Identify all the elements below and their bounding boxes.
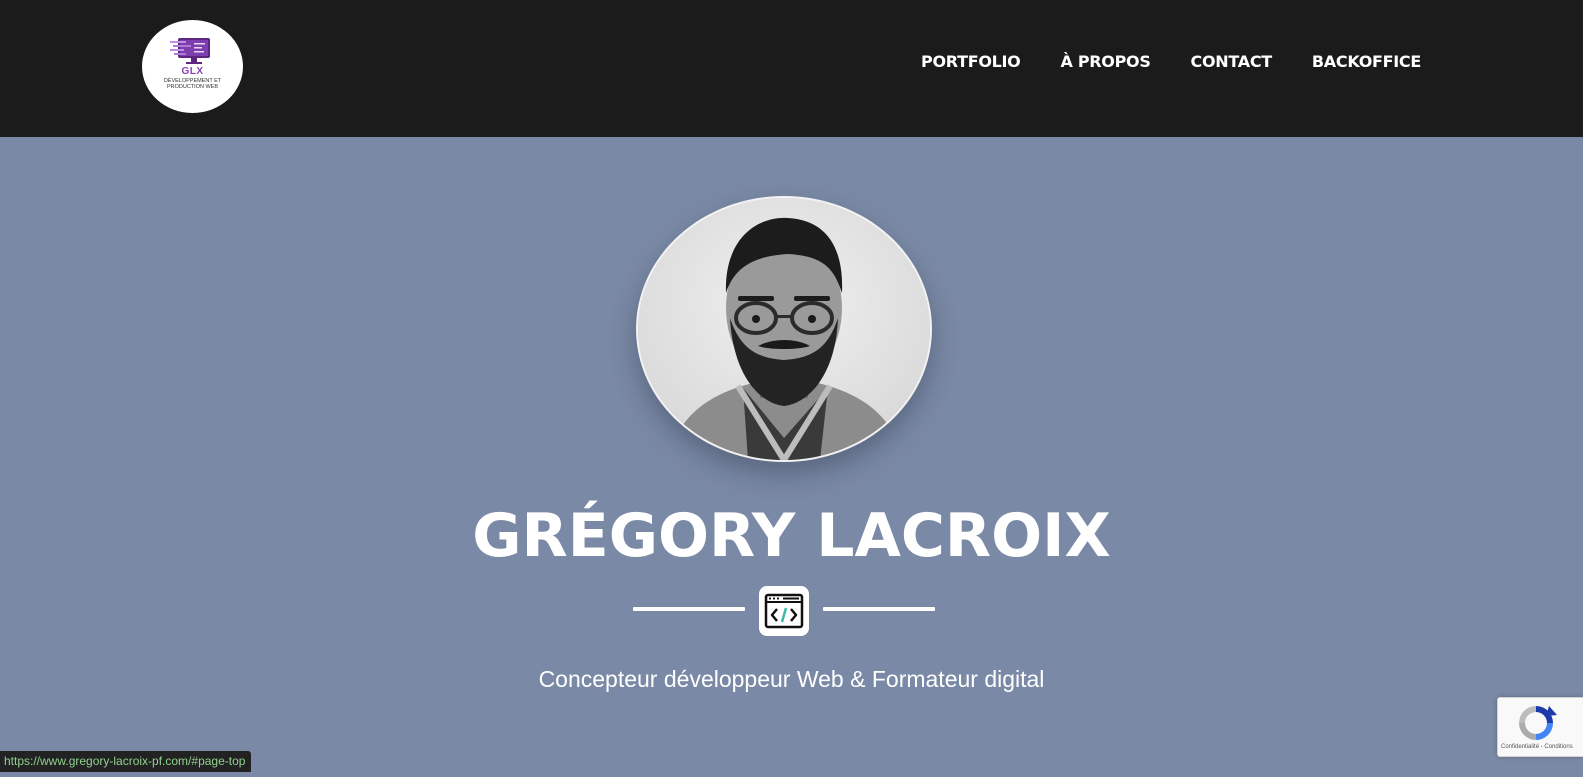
site-logo[interactable]: GLX Développement et production web <box>142 20 243 113</box>
profile-avatar <box>636 196 932 462</box>
divider-badge <box>759 586 809 636</box>
divider-right <box>823 607 935 611</box>
status-bar-url: https://www.gregory-lacroix-pf.com/#page… <box>0 751 252 772</box>
monitor-code-icon <box>169 38 210 64</box>
nav-item-backoffice[interactable]: Backoffice <box>1312 52 1421 71</box>
browser-code-icon <box>764 593 804 629</box>
divider-left <box>633 607 745 611</box>
recaptcha-badge[interactable]: Confidentialité - Conditions <box>1497 697 1583 757</box>
nav-item-portfolio[interactable]: Portfolio <box>921 52 1021 71</box>
recaptcha-icon <box>1519 706 1557 740</box>
profile-photo <box>638 198 930 460</box>
main-nav: Portfolio À propos Contact Backoffice <box>921 52 1421 71</box>
recaptcha-label[interactable]: Confidentialité - Conditions <box>1501 744 1581 750</box>
nav-item-about[interactable]: À propos <box>1060 52 1150 71</box>
nav-item-contact[interactable]: Contact <box>1191 52 1273 71</box>
hero-tagline: Concepteur développeur Web & Formateur d… <box>538 666 1045 692</box>
logo-subtitle: Développement et production web <box>163 78 222 90</box>
logo-mark: GLX <box>181 66 204 77</box>
hero-name: GRÉGORY LACROIX <box>472 501 1111 571</box>
site-header: GLX Développement et production web Port… <box>0 0 1583 137</box>
